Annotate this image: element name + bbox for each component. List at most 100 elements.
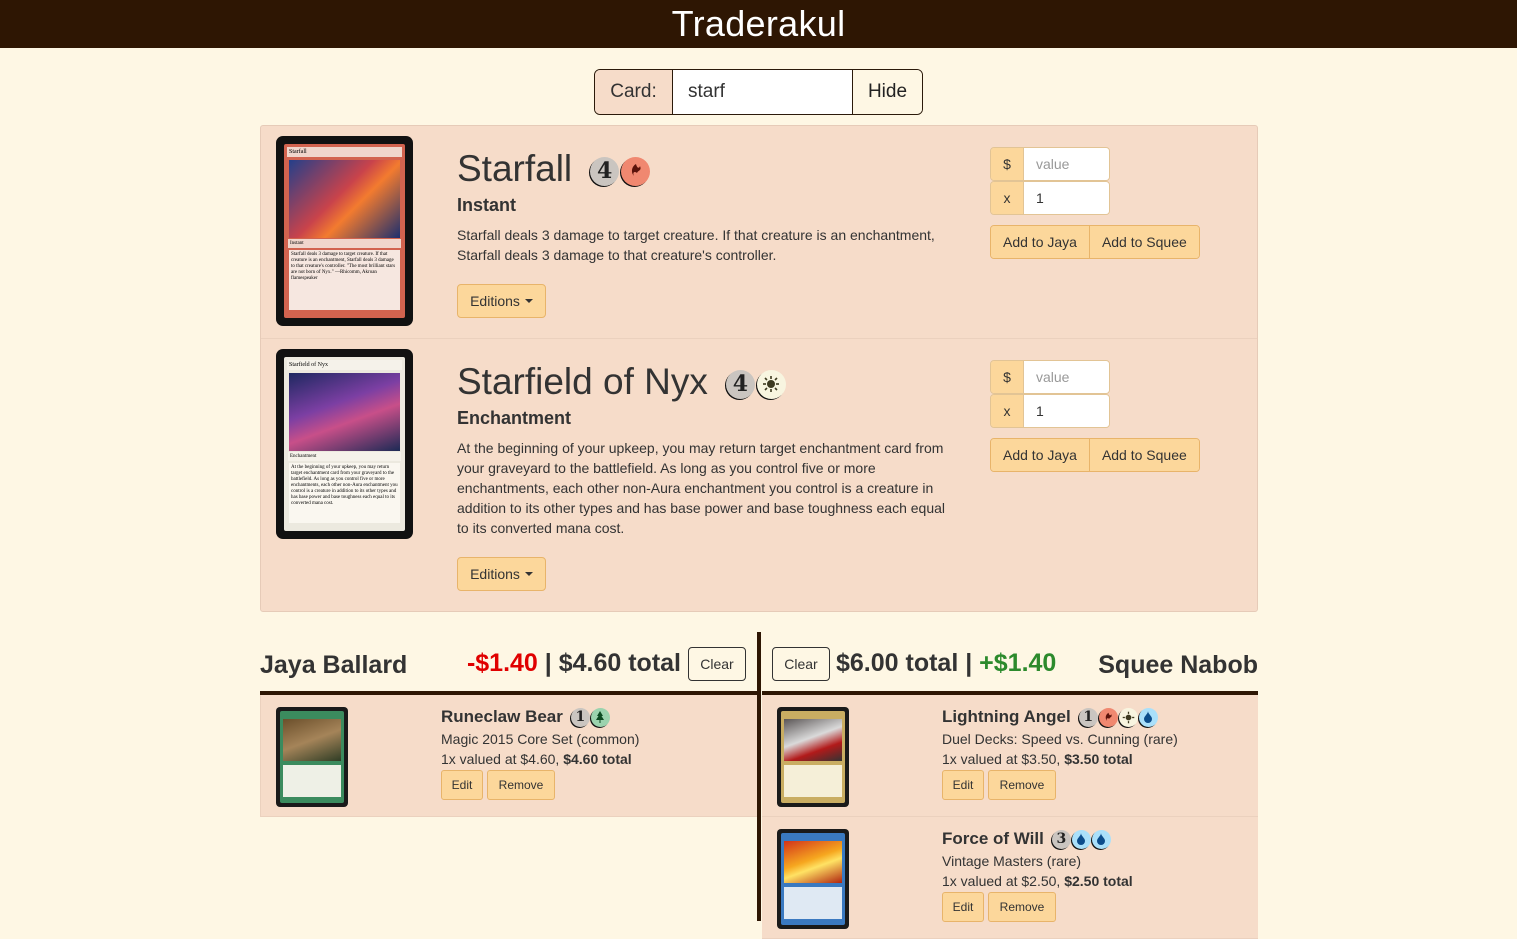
result-card: Starfield of Nyx Enchantment At the begi… bbox=[261, 339, 1257, 611]
value-input-group: $ bbox=[990, 147, 1110, 181]
result-card: Starfall Instant Starfall deals 3 damage… bbox=[261, 126, 1257, 339]
edit-button[interactable]: Edit bbox=[441, 770, 483, 800]
mana-green-icon bbox=[590, 707, 610, 727]
card-image-name: Starfall bbox=[287, 147, 402, 157]
dollar-prefix: $ bbox=[991, 361, 1024, 393]
item-value-total: $3.50 total bbox=[1064, 751, 1133, 767]
mana-generic-icon: 3 bbox=[1051, 829, 1071, 849]
add-to-jaya-button[interactable]: Add to Jaya bbox=[991, 439, 1089, 471]
total-separator: | bbox=[958, 649, 980, 677]
editions-dropdown[interactable]: Editions bbox=[457, 284, 546, 318]
player-total: -$1.40 | $4.60 total bbox=[467, 649, 681, 678]
item-name: Lightning Angel bbox=[942, 707, 1071, 726]
mana-blue-icon bbox=[1091, 829, 1111, 849]
mana-red-icon bbox=[621, 156, 651, 186]
player-name: Jaya Ballard bbox=[260, 651, 408, 679]
item-title: Lightning Angel 1 bbox=[942, 707, 1158, 727]
mana-generic-icon: 1 bbox=[570, 707, 590, 727]
editions-label: Editions bbox=[470, 293, 520, 309]
result-title: Starfall 4 bbox=[457, 148, 651, 190]
balance-diff: -$1.40 bbox=[466, 649, 538, 677]
mana-cost: 4 bbox=[725, 369, 786, 399]
card-search-input[interactable] bbox=[673, 70, 853, 114]
result-rules-text: Starfall deals 3 damage to target creatu… bbox=[457, 227, 935, 263]
item-value-text: 1x valued at $3.50, bbox=[942, 751, 1065, 767]
card-image-text: At the beginning of your upkeep, you may… bbox=[289, 463, 400, 523]
player-header-jaya: Jaya Ballard -$1.40 | $4.60 total Clear bbox=[260, 645, 758, 691]
item-set: Magic 2015 Core Set (common) bbox=[441, 731, 640, 747]
item-value-text: 1x valued at $4.60, bbox=[441, 751, 564, 767]
editions-label: Editions bbox=[470, 566, 520, 582]
mana-cost: 1 bbox=[570, 707, 610, 727]
value-input-group: $ bbox=[990, 360, 1110, 394]
card-thumbnail bbox=[276, 707, 348, 807]
card-thumbnail bbox=[777, 707, 849, 807]
value-input[interactable] bbox=[1024, 361, 1109, 393]
card-image-name: Starfield of Nyx bbox=[287, 360, 402, 370]
mana-blue-icon bbox=[1138, 707, 1158, 727]
quantity-input[interactable] bbox=[1024, 182, 1109, 214]
item-value-total: $4.60 total bbox=[563, 751, 632, 767]
player-name: Squee Nabob bbox=[1098, 651, 1258, 679]
mana-white-icon bbox=[1118, 707, 1138, 727]
player-header-squee: Clear $6.00 total | +$1.40 Squee Nabob bbox=[762, 645, 1258, 691]
item-title: Force of Will 3 bbox=[942, 829, 1111, 849]
player-total: $6.00 total | +$1.40 bbox=[836, 649, 1056, 678]
mana-generic-icon: 4 bbox=[725, 369, 755, 399]
clear-button[interactable]: Clear bbox=[772, 647, 830, 681]
card-search-label: Card: bbox=[595, 70, 673, 114]
remove-button[interactable]: Remove bbox=[487, 770, 555, 800]
result-type: Enchantment bbox=[457, 408, 572, 428]
item-title: Runeclaw Bear 1 bbox=[441, 707, 610, 727]
total-value: $6.00 total bbox=[836, 649, 959, 677]
quantity-input-group: x bbox=[990, 181, 1110, 215]
add-to-squee-button[interactable]: Add to Squee bbox=[1088, 226, 1199, 258]
balance-diff: +$1.40 bbox=[979, 649, 1057, 677]
mana-white-icon bbox=[756, 369, 786, 399]
remove-button[interactable]: Remove bbox=[988, 892, 1056, 922]
item-actions: Edit Remove bbox=[942, 770, 1056, 800]
item-value-text: 1x valued at $2.50, bbox=[942, 873, 1065, 889]
add-to-squee-button[interactable]: Add to Squee bbox=[1088, 439, 1199, 471]
item-name: Runeclaw Bear bbox=[441, 707, 563, 726]
quantity-prefix: x bbox=[991, 182, 1024, 214]
item-value: 1x valued at $2.50, $2.50 total bbox=[942, 873, 1133, 889]
hide-button[interactable]: Hide bbox=[853, 70, 922, 114]
edit-button[interactable]: Edit bbox=[942, 770, 984, 800]
card-image: Starfall Instant Starfall deals 3 damage… bbox=[276, 136, 413, 326]
result-rules-text: At the beginning of your upkeep, you may… bbox=[457, 440, 946, 536]
value-input[interactable] bbox=[1024, 148, 1109, 180]
top-bar: Traderakul bbox=[0, 0, 1517, 48]
item-name: Force of Will bbox=[942, 829, 1044, 848]
item-value: 1x valued at $4.60, $4.60 total bbox=[441, 751, 632, 767]
mana-generic-icon: 1 bbox=[1078, 707, 1098, 727]
mana-cost: 3 bbox=[1051, 829, 1111, 849]
card-image-text: Starfall deals 3 damage to target creatu… bbox=[289, 250, 400, 310]
mana-cost: 1 bbox=[1078, 707, 1158, 727]
quantity-input-group: x bbox=[990, 394, 1110, 428]
total-separator: | bbox=[537, 649, 559, 677]
card-image: Starfield of Nyx Enchantment At the begi… bbox=[276, 349, 413, 539]
quantity-prefix: x bbox=[991, 395, 1024, 427]
item-actions: Edit Remove bbox=[942, 892, 1056, 922]
editions-dropdown[interactable]: Editions bbox=[457, 557, 546, 591]
result-name: Starfield of Nyx bbox=[457, 361, 708, 402]
add-button-group: Add to Jaya Add to Squee bbox=[990, 438, 1200, 472]
app-title: Traderakul bbox=[671, 3, 846, 44]
result-title: Starfield of Nyx 4 bbox=[457, 361, 786, 403]
card-search: Card: Hide bbox=[594, 69, 923, 115]
result-type: Instant bbox=[457, 195, 517, 215]
list-item: Lightning Angel 1 Duel Decks: Speed vs. C… bbox=[762, 695, 1258, 817]
card-thumbnail bbox=[777, 829, 849, 929]
add-button-group: Add to Jaya Add to Squee bbox=[990, 225, 1200, 259]
quantity-input[interactable] bbox=[1024, 395, 1109, 427]
caret-down-icon bbox=[524, 572, 533, 576]
edit-button[interactable]: Edit bbox=[942, 892, 984, 922]
trade-list-squee: Lightning Angel 1 Duel Decks: Speed vs. C… bbox=[762, 695, 1258, 939]
caret-down-icon bbox=[524, 299, 533, 303]
add-to-jaya-button[interactable]: Add to Jaya bbox=[991, 226, 1089, 258]
remove-button[interactable]: Remove bbox=[988, 770, 1056, 800]
list-item: Runeclaw Bear 1 Magic 2015 Core Set (comm… bbox=[260, 695, 757, 817]
clear-button[interactable]: Clear bbox=[688, 647, 746, 681]
search-results: Starfall Instant Starfall deals 3 damage… bbox=[260, 125, 1258, 612]
